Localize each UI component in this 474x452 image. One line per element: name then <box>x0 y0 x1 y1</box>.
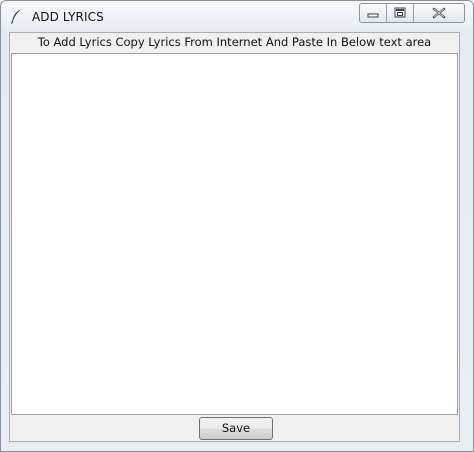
add-lyrics-window: ADD LYRICS To Add Lyrics Copy Lyrics Fro… <box>0 0 474 452</box>
feather-icon <box>10 8 24 24</box>
window-title: ADD LYRICS <box>32 10 104 24</box>
lyrics-textarea[interactable] <box>11 53 458 415</box>
close-button[interactable] <box>414 4 464 22</box>
save-button[interactable]: Save <box>199 417 273 440</box>
minimize-button[interactable] <box>360 4 387 22</box>
footer-bar: Save <box>10 415 459 441</box>
title-bar[interactable]: ADD LYRICS <box>1 1 473 31</box>
instruction-label: To Add Lyrics Copy Lyrics From Internet … <box>10 33 459 52</box>
window-controls <box>359 3 465 23</box>
lyrics-panel: To Add Lyrics Copy Lyrics From Internet … <box>9 32 460 442</box>
maximize-button[interactable] <box>387 4 414 22</box>
